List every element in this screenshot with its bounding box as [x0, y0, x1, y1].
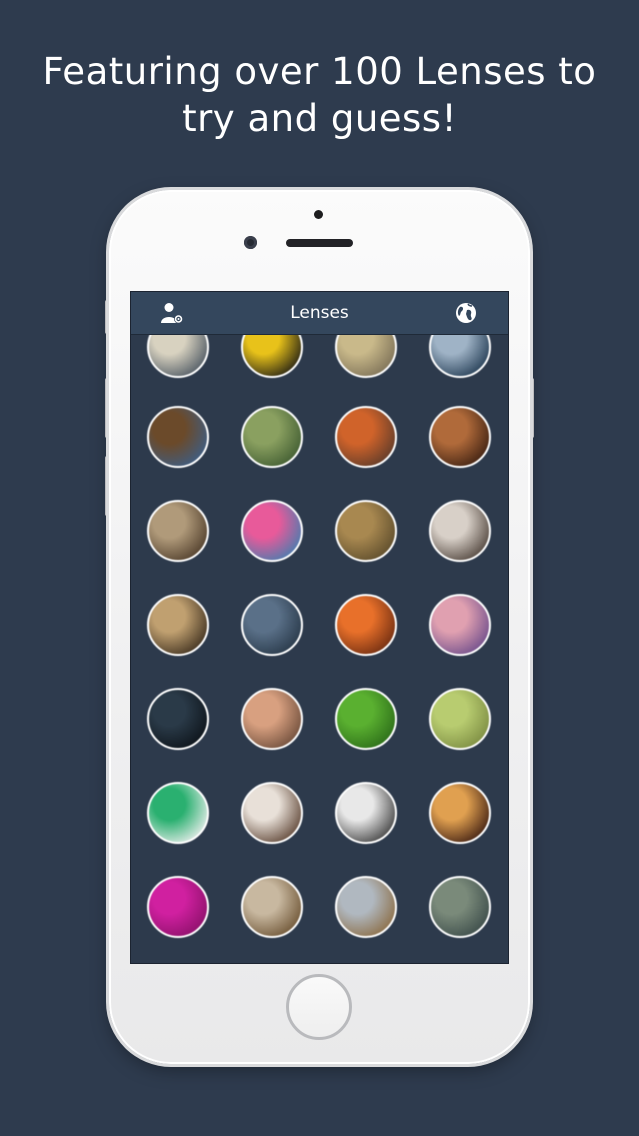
lens-thumbnail[interactable]	[147, 876, 209, 938]
app-screen: Lenses	[130, 291, 509, 964]
lens-thumbnail[interactable]	[147, 500, 209, 562]
headline-line-2: try and guess!	[182, 97, 457, 140]
lens-thumbnail[interactable]	[241, 782, 303, 844]
lens-thumbnail[interactable]	[335, 688, 397, 750]
nav-title: Lenses	[290, 303, 349, 323]
lens-thumbnail[interactable]	[429, 406, 491, 468]
home-button[interactable]	[286, 974, 352, 1040]
lens-thumbnail[interactable]	[147, 688, 209, 750]
lens-thumbnail[interactable]	[335, 500, 397, 562]
lens-thumbnail[interactable]	[241, 688, 303, 750]
lens-thumbnail[interactable]	[335, 876, 397, 938]
lens-thumbnail[interactable]	[147, 594, 209, 656]
front-camera	[244, 236, 257, 249]
lens-thumbnail[interactable]	[335, 594, 397, 656]
power-button	[530, 378, 534, 438]
lens-thumbnail[interactable]	[241, 406, 303, 468]
navbar: Lenses	[131, 292, 508, 335]
globe-icon[interactable]	[454, 301, 478, 325]
headline: Featuring over 100 Lenses to try and gue…	[0, 48, 639, 142]
earpiece-speaker	[286, 239, 353, 247]
proximity-sensor	[314, 210, 323, 219]
lens-thumbnail[interactable]	[429, 782, 491, 844]
lens-thumbnail[interactable]	[241, 500, 303, 562]
lens-thumbnail[interactable]	[335, 782, 397, 844]
lens-thumbnail[interactable]	[147, 406, 209, 468]
lens-thumbnail[interactable]	[429, 876, 491, 938]
lens-thumbnail[interactable]	[335, 406, 397, 468]
lens-thumbnail[interactable]	[147, 782, 209, 844]
lens-thumbnail[interactable]	[429, 594, 491, 656]
lens-thumbnail[interactable]	[429, 500, 491, 562]
lens-thumbnail[interactable]	[241, 876, 303, 938]
lens-thumbnail[interactable]	[429, 688, 491, 750]
lens-grid	[131, 292, 508, 963]
lens-thumbnail[interactable]	[241, 594, 303, 656]
headline-line-1: Featuring over 100 Lenses to	[42, 50, 597, 93]
